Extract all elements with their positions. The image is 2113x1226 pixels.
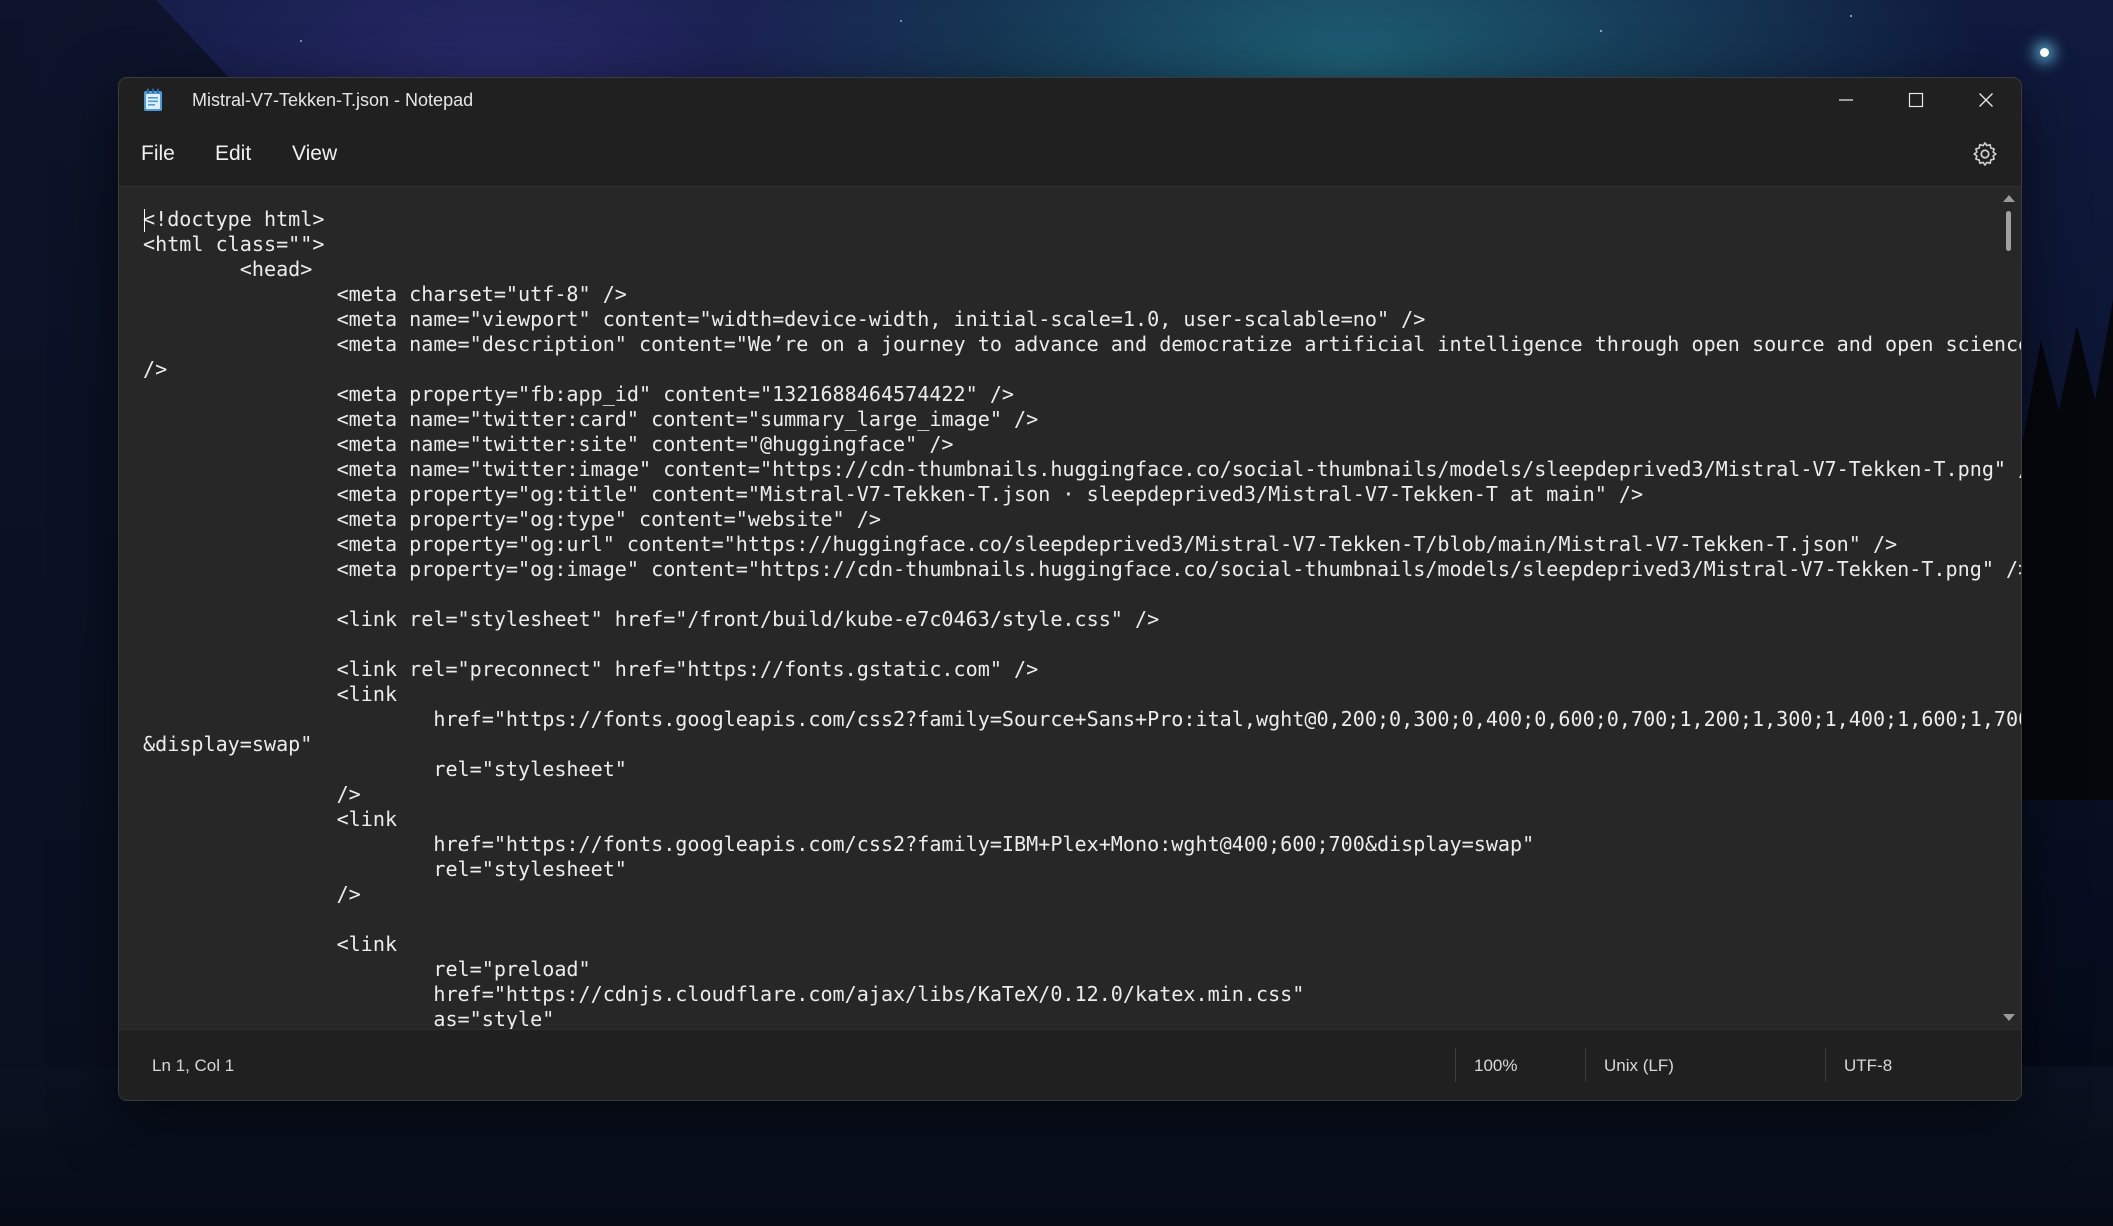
maximize-button[interactable]	[1881, 78, 1951, 122]
code-line[interactable]: <head>	[143, 257, 2021, 282]
code-line[interactable]: <meta name="twitter:image" content="http…	[143, 457, 2021, 482]
code-line[interactable]	[143, 632, 2021, 657]
minimize-icon	[1839, 99, 1853, 101]
code-line[interactable]: <link rel="stylesheet" href="/front/buil…	[143, 607, 2021, 632]
maximize-icon	[1908, 92, 1924, 108]
code-line[interactable]	[143, 907, 2021, 932]
wallpaper-star	[900, 20, 902, 22]
minimize-button[interactable]	[1811, 78, 1881, 122]
code-line[interactable]: <meta property="og:url" content="https:/…	[143, 532, 2021, 557]
code-line[interactable]: href="https://cdnjs.cloudflare.com/ajax/…	[143, 982, 2021, 1007]
code-line[interactable]: <link	[143, 807, 2021, 832]
line-ending: Unix (LF)	[1604, 1056, 1674, 1075]
wallpaper-star	[1850, 15, 1852, 17]
code-line[interactable]: <meta name="twitter:card" content="summa…	[143, 407, 2021, 432]
code-line[interactable]: <meta name="twitter:site" content="@hugg…	[143, 432, 2021, 457]
code-line[interactable]: href="https://fonts.googleapis.com/css2?…	[143, 707, 2021, 732]
status-divider	[1825, 1048, 1826, 1082]
text-editor[interactable]: <!doctype html> <html class=""> <head> <m…	[119, 186, 2021, 1056]
gear-icon[interactable]	[1971, 140, 1999, 168]
code-line[interactable]: />	[143, 357, 2021, 382]
wallpaper-star	[2040, 48, 2049, 57]
code-line[interactable]: <meta property="og:image" content="https…	[143, 557, 2021, 582]
cursor-position: Ln 1, Col 1	[152, 1056, 235, 1075]
code-line[interactable]: <link	[143, 682, 2021, 707]
vertical-scrollbar[interactable]	[2001, 193, 2015, 1023]
code-line[interactable]: />	[143, 882, 2021, 907]
code-line[interactable]: <!doctype html>	[143, 207, 2021, 232]
code-line[interactable]: rel="stylesheet"	[143, 857, 2021, 882]
status-bar: Ln 1, Col 1 100% Unix (LF) UTF-8	[119, 1029, 2021, 1100]
code-line[interactable]: <link	[143, 932, 2021, 957]
code-line[interactable]: <html class="">	[143, 232, 2021, 257]
wallpaper-star	[1600, 30, 1602, 32]
notepad-window: Mistral-V7-Tekken-T.json - Notepad File …	[118, 77, 2022, 1101]
close-button[interactable]	[1951, 78, 2021, 122]
menu-file[interactable]: File	[141, 142, 175, 166]
scroll-up-icon[interactable]	[2003, 195, 2015, 202]
scroll-down-icon[interactable]	[2003, 1014, 2015, 1021]
code-line[interactable]	[143, 582, 2021, 607]
code-line[interactable]: <link rel="preconnect" href="https://fon…	[143, 657, 2021, 682]
code-line[interactable]: <meta charset="utf-8" />	[143, 282, 2021, 307]
code-line[interactable]: <meta name="description" content="We’re …	[143, 332, 2021, 357]
code-line[interactable]: />	[143, 782, 2021, 807]
status-divider	[1585, 1048, 1586, 1082]
menu-edit[interactable]: Edit	[215, 142, 251, 166]
menu-view[interactable]: View	[292, 142, 337, 166]
encoding: UTF-8	[1844, 1056, 1893, 1075]
menu-bar: File Edit View	[119, 122, 2021, 186]
zoom-level: 100%	[1474, 1056, 1518, 1075]
editor-content[interactable]: <!doctype html> <html class=""> <head> <m…	[143, 207, 2021, 1057]
code-line[interactable]: href="https://fonts.googleapis.com/css2?…	[143, 832, 2021, 857]
text-caret	[144, 209, 145, 232]
title-bar[interactable]: Mistral-V7-Tekken-T.json - Notepad	[119, 78, 2021, 122]
code-line[interactable]: <meta property="og:type" content="websit…	[143, 507, 2021, 532]
status-divider	[1455, 1048, 1456, 1082]
close-icon	[1979, 93, 1993, 107]
code-line[interactable]: rel="preload"	[143, 957, 2021, 982]
notepad-icon	[144, 88, 162, 111]
wallpaper-star	[300, 40, 302, 42]
code-line[interactable]: <meta name="viewport" content="width=dev…	[143, 307, 2021, 332]
code-line[interactable]: rel="stylesheet"	[143, 757, 2021, 782]
scrollbar-thumb[interactable]	[2006, 211, 2011, 251]
code-line[interactable]: <meta property="og:title" content="Mistr…	[143, 482, 2021, 507]
code-line[interactable]: &display=swap"	[143, 732, 2021, 757]
code-line[interactable]: <meta property="fb:app_id" content="1321…	[143, 382, 2021, 407]
window-title: Mistral-V7-Tekken-T.json - Notepad	[192, 90, 474, 110]
